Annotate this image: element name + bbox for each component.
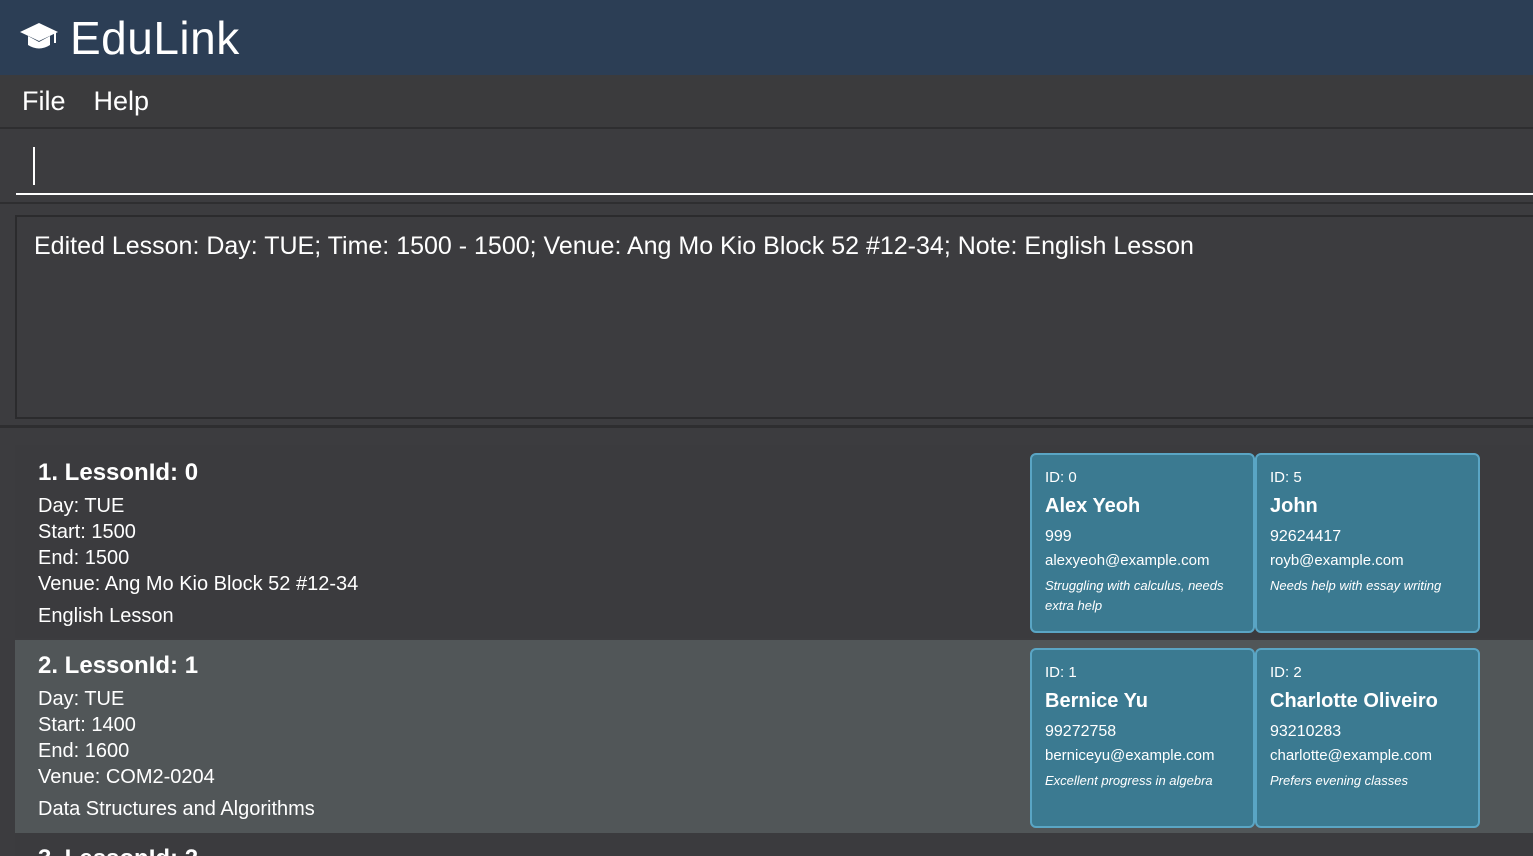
app-title: EduLink — [70, 11, 240, 64]
lesson-list[interactable]: 1. LessonId: 0 Day: TUE Start: 1500 End:… — [0, 431, 1533, 856]
lesson-day: Day: TUE — [38, 688, 125, 710]
lesson-card[interactable]: 3. LessonId: 2 — [15, 833, 1533, 856]
student-email: alexyeoh@example.com — [1045, 552, 1210, 569]
student-note: Needs help with essay writing — [1270, 578, 1442, 593]
lesson-title: 2. LessonId: 1 — [38, 652, 199, 679]
lesson-venue: Venue: Ang Mo Kio Block 52 #12-34 — [38, 573, 359, 595]
menu-help[interactable]: Help — [94, 86, 150, 117]
lesson-details: 2. LessonId: 1 Day: TUE Start: 1400 End:… — [38, 652, 315, 821]
title-bar: EduLink — [0, 0, 1533, 75]
student-name: John — [1270, 495, 1318, 517]
lesson-end: End: 1600 — [38, 740, 130, 762]
menu-bar: File Help — [0, 75, 1533, 129]
student-phone: 99272758 — [1045, 723, 1117, 740]
student-email: royb@example.com — [1270, 552, 1404, 569]
command-box-container — [0, 129, 1533, 204]
lesson-card[interactable]: 2. LessonId: 1 Day: TUE Start: 1400 End:… — [15, 640, 1533, 833]
student-note: Prefers evening classes — [1270, 773, 1409, 788]
lesson-note: Data Structures and Algorithms — [38, 798, 315, 820]
student-note: Struggling with calculus, needs extra he… — [1045, 578, 1224, 613]
student-name: Bernice Yu — [1045, 690, 1149, 712]
student-list: ID: 1 Bernice Yu 99272758 berniceyu@exam… — [1030, 648, 1480, 828]
student-note: Excellent progress in algebra — [1045, 773, 1213, 788]
lesson-note: English Lesson — [38, 605, 174, 627]
lesson-title: 1. LessonId: 0 — [38, 459, 199, 486]
student-list: ID: 0 Alex Yeoh 999 alexyeoh@example.com… — [1030, 453, 1480, 633]
lesson-end: End: 1500 — [38, 547, 130, 569]
result-display[interactable]: Edited Lesson: Day: TUE; Time: 1500 - 15… — [15, 215, 1533, 419]
result-message: Edited Lesson: Day: TUE; Time: 1500 - 15… — [34, 232, 1194, 260]
student-card[interactable]: ID: 1 Bernice Yu 99272758 berniceyu@exam… — [1030, 648, 1255, 828]
lesson-start: Start: 1400 — [38, 714, 136, 736]
command-input[interactable] — [16, 137, 1533, 195]
lesson-title: 3. LessonId: 2 — [38, 845, 198, 856]
student-phone: 999 — [1045, 528, 1072, 545]
graduation-cap-icon — [20, 22, 58, 48]
lesson-card[interactable]: 1. LessonId: 0 Day: TUE Start: 1500 End:… — [15, 445, 1533, 638]
text-caret — [33, 147, 35, 185]
student-email: berniceyu@example.com — [1045, 747, 1215, 764]
student-email: charlotte@example.com — [1270, 747, 1432, 764]
student-id: ID: 1 — [1045, 664, 1077, 681]
lesson-venue: Venue: COM2-0204 — [38, 766, 215, 788]
lesson-day: Day: TUE — [38, 495, 125, 517]
lesson-details: 1. LessonId: 0 Day: TUE Start: 1500 End:… — [38, 459, 358, 628]
student-phone: 93210283 — [1270, 723, 1342, 740]
student-phone: 92624417 — [1270, 528, 1342, 545]
student-id: ID: 0 — [1045, 469, 1077, 486]
menu-file[interactable]: File — [22, 86, 66, 117]
student-id: ID: 2 — [1270, 664, 1302, 681]
lesson-start: Start: 1500 — [38, 521, 136, 543]
student-card[interactable]: ID: 0 Alex Yeoh 999 alexyeoh@example.com… — [1030, 453, 1255, 633]
student-name: Alex Yeoh — [1045, 495, 1141, 517]
student-card[interactable]: ID: 5 John 92624417 royb@example.com Nee… — [1255, 453, 1480, 633]
student-card[interactable]: ID: 2 Charlotte Oliveiro 93210283 charlo… — [1255, 648, 1480, 828]
student-id: ID: 5 — [1270, 469, 1302, 486]
student-name: Charlotte Oliveiro — [1270, 690, 1438, 712]
result-display-container: Edited Lesson: Day: TUE; Time: 1500 - 15… — [0, 204, 1533, 428]
